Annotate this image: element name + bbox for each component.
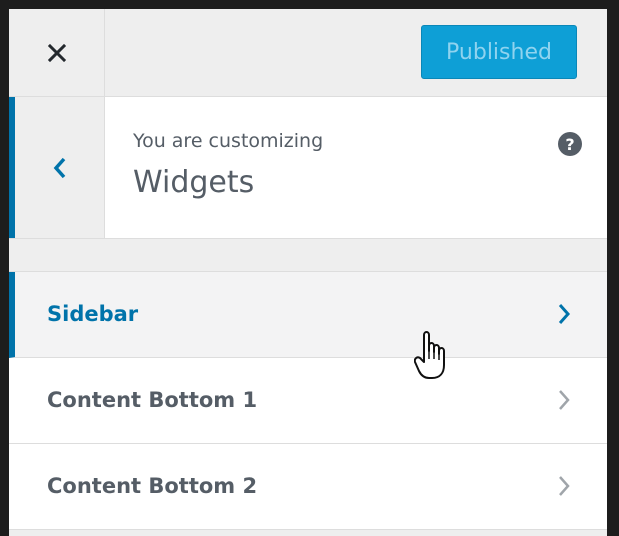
back-button[interactable] <box>9 97 105 238</box>
section-header: You are customizing Widgets ? <box>9 97 607 239</box>
window-border-left <box>0 0 9 536</box>
section-item-content-bottom-1[interactable]: Content Bottom 1 <box>9 358 607 444</box>
section-spacer <box>9 239 607 272</box>
window-border-top <box>0 0 619 9</box>
section-item-sidebar[interactable]: Sidebar <box>9 272 607 358</box>
panel-footer-spacer <box>9 530 607 536</box>
chevron-right-icon <box>559 476 570 496</box>
close-icon <box>47 44 66 62</box>
close-button[interactable] <box>9 9 105 97</box>
section-item-label: Content Bottom 2 <box>47 474 258 498</box>
customizer-window: Published You are customizing Widgets ? … <box>0 0 619 536</box>
question-circle-icon[interactable]: ? <box>558 132 582 156</box>
customizer-panel: Published You are customizing Widgets ? … <box>9 9 607 536</box>
section-item-label: Content Bottom 1 <box>47 388 258 412</box>
window-border-right <box>607 0 619 536</box>
publish-button[interactable]: Published <box>421 25 577 79</box>
section-title: Widgets <box>133 165 255 200</box>
chevron-right-icon <box>558 304 571 324</box>
chevron-left-icon <box>53 157 65 178</box>
customizing-label: You are customizing <box>133 130 324 152</box>
customizer-header: Published <box>9 9 607 97</box>
section-item-content-bottom-2[interactable]: Content Bottom 2 <box>9 444 607 530</box>
section-item-label: Sidebar <box>47 302 139 326</box>
chevron-right-icon <box>559 390 570 410</box>
